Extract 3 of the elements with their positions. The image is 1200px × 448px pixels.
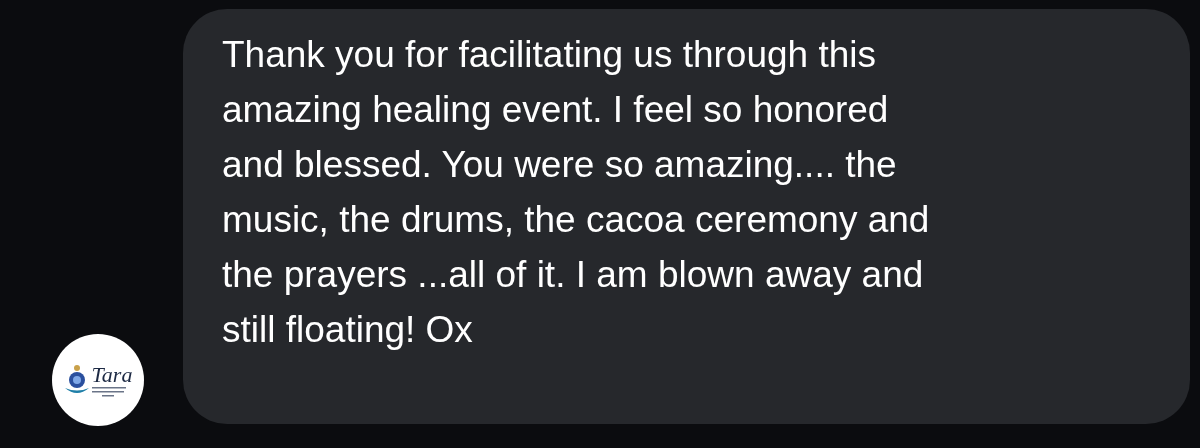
tagline-drawing bbox=[91, 387, 126, 397]
logo-text: Tara bbox=[91, 363, 133, 387]
message-text: Thank you for facilitating us through this amazing healing event. I feel so honored and blessed. You were so amazing.... the music, the drums, the cacoa ceremony and the prayers ...all of it. I am blown away and still floating! Ox bbox=[222, 33, 931, 352]
